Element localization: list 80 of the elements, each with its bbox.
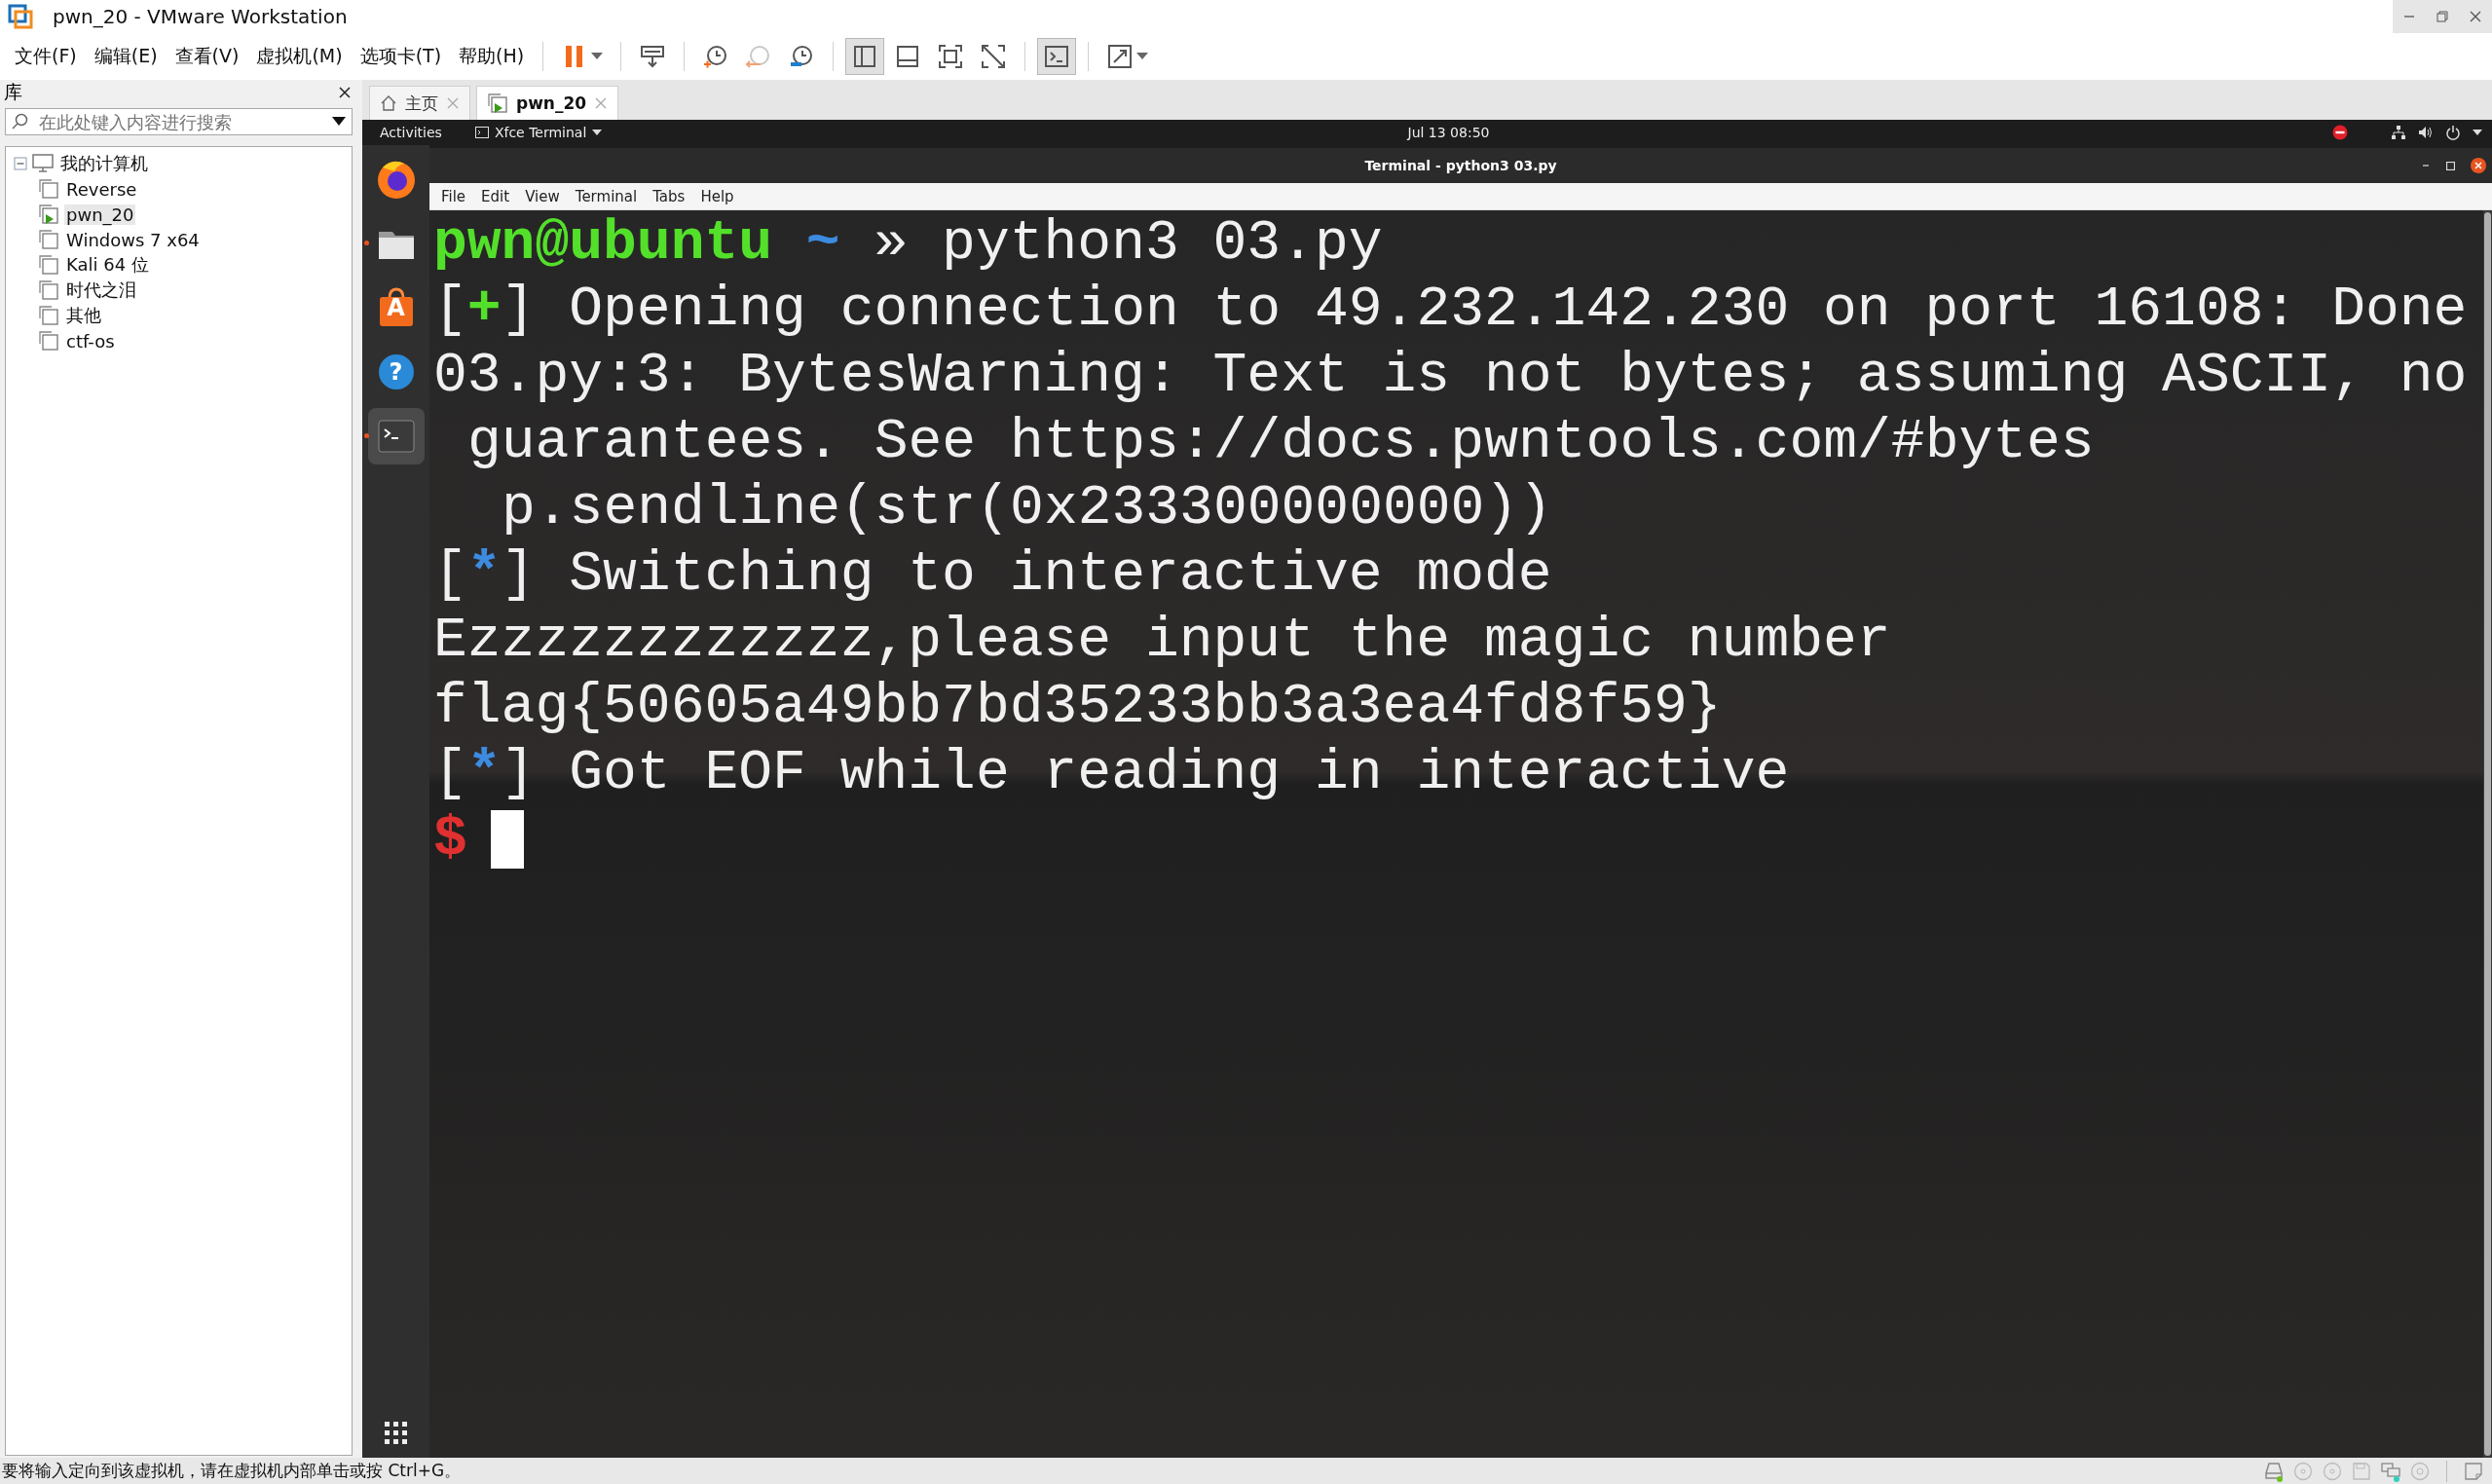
close-icon: [2470, 11, 2481, 22]
menu-item[interactable]: Tabs: [645, 187, 693, 205]
network-icon[interactable]: [2391, 125, 2406, 140]
terminal-line: [+] Opening connection to 49.232.142.230 on port 16108: Done: [433, 277, 2468, 343]
tree-item[interactable]: 其他: [64, 304, 103, 327]
minimize-button[interactable]: [2421, 165, 2431, 167]
dock-item[interactable]: ?: [367, 344, 425, 400]
fullscreen-icon: [937, 43, 965, 70]
terminal-line: 03.py:3: BytesWarning: Text is not bytes; assuming ASCII, no: [433, 343, 2468, 409]
activities-button[interactable]: Activities: [372, 125, 450, 140]
maximize-button[interactable]: [2446, 161, 2455, 170]
minimize-icon: [2401, 16, 2417, 18]
menu-item[interactable]: 编辑(E): [87, 38, 165, 75]
search-icon: [12, 113, 29, 130]
menu-item[interactable]: 虚拟机(M): [249, 38, 350, 75]
menu-item[interactable]: Help: [692, 187, 742, 205]
monitor-icon: [32, 154, 54, 173]
library-view-button[interactable]: [845, 38, 885, 75]
menu-item[interactable]: 文件(F): [8, 38, 84, 75]
stretch-icon: [1106, 43, 1134, 70]
tab-label: 主页: [405, 92, 438, 115]
home-icon: [380, 94, 397, 112]
close-icon: [338, 86, 352, 99]
terminal-line: pwn@ubuntu ~ » python3 03.py: [433, 210, 1383, 277]
caret-icon[interactable]: [2473, 130, 2482, 135]
tree-item[interactable]: 我的计算机: [58, 152, 150, 175]
console-view-button[interactable]: [1037, 38, 1077, 75]
tab-label: pwn_20: [516, 93, 587, 113]
terminal-line: $: [433, 806, 467, 872]
menu-item[interactable]: Edit: [473, 187, 518, 205]
menu-item[interactable]: 查看(V): [167, 38, 246, 75]
menu-item[interactable]: Terminal: [567, 187, 646, 205]
caret-icon: [1136, 53, 1149, 60]
tab[interactable]: pwn_20: [476, 86, 619, 120]
window-title: pwn_20 - VMware Workstation: [53, 5, 348, 28]
library-title: 库: [4, 80, 22, 104]
scrollbar[interactable]: [2483, 210, 2492, 1458]
tree-item[interactable]: Windows 7 x64: [64, 229, 202, 250]
tree-item[interactable]: Kali 64 位: [64, 253, 151, 277]
do-not-disturb-icon[interactable]: [2332, 125, 2348, 140]
caret-icon: [592, 130, 603, 135]
terminal-line: p.sendline(str(0x233300000000)): [501, 475, 1552, 541]
menu-item[interactable]: File: [433, 187, 474, 205]
window-title: Terminal - python3 03.py: [1364, 158, 1557, 173]
restore-icon: [2436, 11, 2448, 22]
app-logo-icon: [8, 4, 33, 29]
close-icon: [2471, 158, 2486, 173]
menu-item[interactable]: View: [517, 187, 568, 205]
collapse-icon[interactable]: [14, 157, 27, 170]
terminal-icon: [474, 127, 489, 138]
power-icon[interactable]: [2445, 125, 2461, 140]
dropdown-icon: [332, 117, 346, 127]
tree-item[interactable]: 时代之泪: [64, 278, 138, 302]
tab[interactable]: 主页: [369, 86, 470, 120]
menu-item[interactable]: 选项卡(T): [353, 38, 449, 75]
terminal-line: flag{50605a49bb7bd35233bb3a3ea4fd8f59}: [433, 674, 1722, 740]
close-button[interactable]: [2471, 158, 2486, 173]
clock[interactable]: Jul 13 08:50: [1407, 125, 1490, 140]
tree-item[interactable]: ctf-os: [64, 330, 117, 352]
terminal-line: [*] Got EOF while reading in interactive: [433, 740, 1790, 806]
status-message: 要将输入定向到该虚拟机，请在虚拟机内部单击或按 Ctrl+G。: [1, 1460, 462, 1482]
app-menu[interactable]: Xfce Terminal: [474, 125, 603, 140]
maximize-icon: [2446, 161, 2455, 170]
unity-icon: [980, 43, 1008, 70]
menu-item[interactable]: 帮助(H): [452, 38, 532, 75]
running-vm-icon: [487, 93, 508, 114]
terminal-line: guarantees. See https://docs.pwntools.com/#bytes: [466, 409, 2095, 475]
minimize-icon: [2421, 165, 2431, 167]
app-name: Xfce Terminal: [494, 125, 587, 140]
terminal-line: Ezzzzzzzzzzzz,please input the magic number: [433, 608, 1891, 674]
console-icon: [1043, 43, 1071, 70]
tree-item[interactable]: Reverse: [64, 178, 139, 200]
volume-icon[interactable]: [2418, 125, 2434, 140]
terminal-line: [*] Switching to interactive mode: [433, 541, 1552, 608]
app-grid-icon[interactable]: [385, 1422, 407, 1444]
tree-item[interactable]: pwn_20: [64, 204, 136, 225]
search-field[interactable]: 在此处键入内容进行搜索: [5, 108, 353, 135]
keyboard-icon: [639, 43, 667, 70]
close-button[interactable]: [338, 86, 352, 99]
caret-icon: [591, 53, 604, 60]
